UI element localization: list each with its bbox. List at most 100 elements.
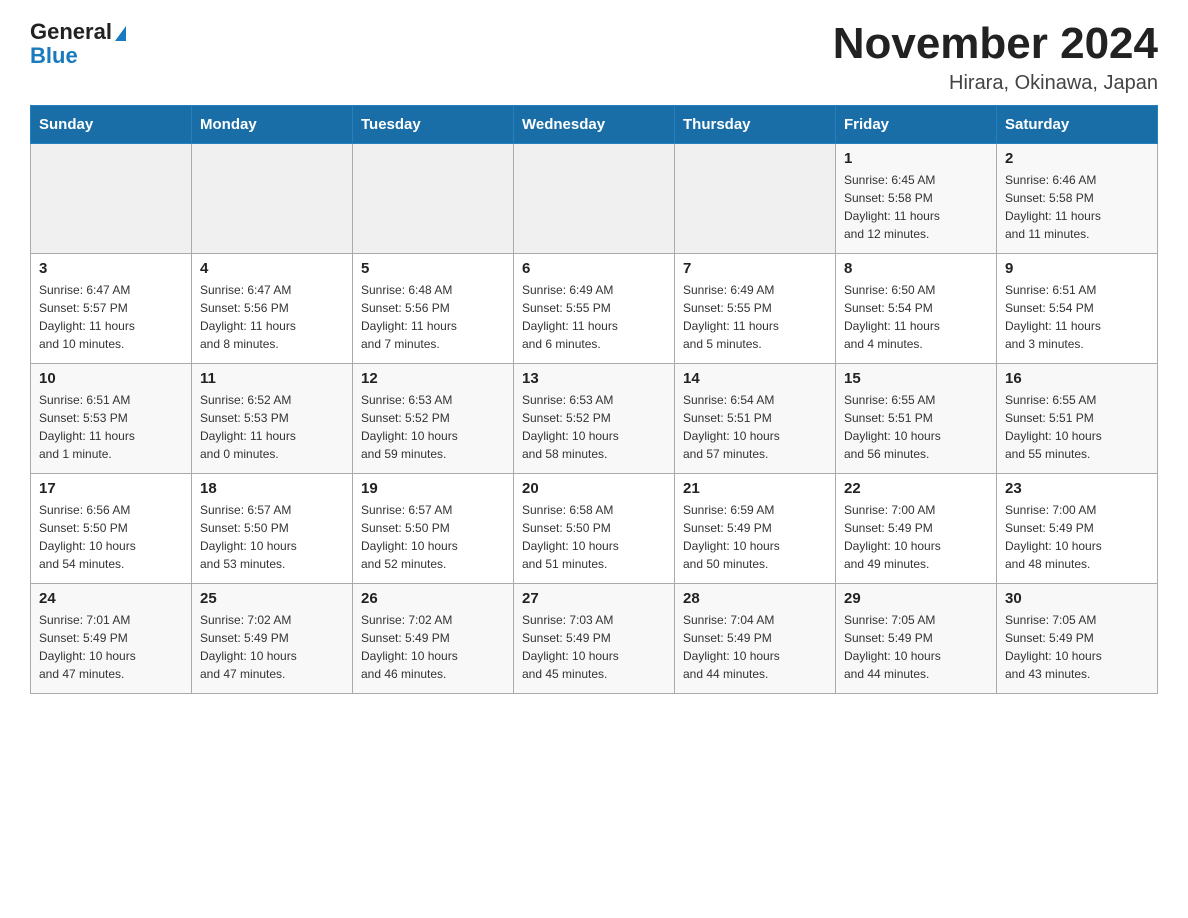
day-number: 1: [844, 150, 988, 167]
calendar-cell: 28 Sunrise: 7:04 AM Sunset: 5:49 PM Dayli…: [675, 584, 836, 694]
day-info: Sunrise: 7:02 AM Sunset: 5:49 PM Dayligh…: [200, 611, 344, 683]
day-number: 17: [39, 480, 183, 497]
day-number: 23: [1005, 480, 1149, 497]
calendar-cell: 30 Sunrise: 7:05 AM Sunset: 5:49 PM Dayli…: [997, 584, 1158, 694]
calendar-cell: 29Sunrise: 7:05 AM Sunset: 5:49 PM Dayli…: [836, 584, 997, 694]
day-info: Sunrise: 6:51 AM Sunset: 5:54 PM Dayligh…: [1005, 281, 1149, 353]
calendar-cell: 2Sunrise: 6:46 AM Sunset: 5:58 PM Daylig…: [997, 144, 1158, 254]
day-info: Sunrise: 6:45 AM Sunset: 5:58 PM Dayligh…: [844, 171, 988, 243]
day-number: 4: [200, 260, 344, 277]
calendar-week-row: 3 Sunrise: 6:47 AM Sunset: 5:57 PM Daylig…: [31, 254, 1158, 364]
day-info: Sunrise: 6:50 AM Sunset: 5:54 PM Dayligh…: [844, 281, 988, 353]
day-number: 19: [361, 480, 505, 497]
day-number: 6: [522, 260, 666, 277]
page-header: General Blue November 2024 Hirara, Okina…: [30, 20, 1158, 95]
calendar-cell: 26Sunrise: 7:02 AM Sunset: 5:49 PM Dayli…: [353, 584, 514, 694]
col-monday: Monday: [192, 106, 353, 144]
day-number: 29: [844, 590, 988, 607]
calendar-cell: 16 Sunrise: 6:55 AM Sunset: 5:51 PM Dayli…: [997, 364, 1158, 474]
day-info: Sunrise: 6:53 AM Sunset: 5:52 PM Dayligh…: [522, 391, 666, 463]
day-number: 27: [522, 590, 666, 607]
calendar-cell: 20Sunrise: 6:58 AM Sunset: 5:50 PM Dayli…: [514, 474, 675, 584]
calendar-week-row: 1 Sunrise: 6:45 AM Sunset: 5:58 PM Daylig…: [31, 144, 1158, 254]
calendar-cell: 19 Sunrise: 6:57 AM Sunset: 5:50 PM Dayli…: [353, 474, 514, 584]
calendar-cell: 6 Sunrise: 6:49 AM Sunset: 5:55 PM Daylig…: [514, 254, 675, 364]
calendar-cell: 15 Sunrise: 6:55 AM Sunset: 5:51 PM Dayli…: [836, 364, 997, 474]
calendar-cell: 23 Sunrise: 7:00 AM Sunset: 5:49 PM Dayli…: [997, 474, 1158, 584]
calendar-cell: [675, 144, 836, 254]
day-number: 13: [522, 370, 666, 387]
calendar-cell: 8 Sunrise: 6:50 AM Sunset: 5:54 PM Daylig…: [836, 254, 997, 364]
day-info: Sunrise: 7:05 AM Sunset: 5:49 PM Dayligh…: [1005, 611, 1149, 683]
day-info: Sunrise: 6:49 AM Sunset: 5:55 PM Dayligh…: [683, 281, 827, 353]
calendar-week-row: 24 Sunrise: 7:01 AM Sunset: 5:49 PM Dayli…: [31, 584, 1158, 694]
calendar-cell: 25 Sunrise: 7:02 AM Sunset: 5:49 PM Dayli…: [192, 584, 353, 694]
day-info: Sunrise: 7:00 AM Sunset: 5:49 PM Dayligh…: [1005, 501, 1149, 573]
calendar-cell: 7Sunrise: 6:49 AM Sunset: 5:55 PM Daylig…: [675, 254, 836, 364]
col-sunday: Sunday: [31, 106, 192, 144]
calendar-cell: 11 Sunrise: 6:52 AM Sunset: 5:53 PM Dayli…: [192, 364, 353, 474]
col-saturday: Saturday: [997, 106, 1158, 144]
day-number: 28: [683, 590, 827, 607]
day-info: Sunrise: 6:52 AM Sunset: 5:53 PM Dayligh…: [200, 391, 344, 463]
day-number: 3: [39, 260, 183, 277]
day-info: Sunrise: 6:57 AM Sunset: 5:50 PM Dayligh…: [200, 501, 344, 573]
calendar-cell: 3 Sunrise: 6:47 AM Sunset: 5:57 PM Daylig…: [31, 254, 192, 364]
day-number: 12: [361, 370, 505, 387]
day-number: 8: [844, 260, 988, 277]
day-info: Sunrise: 6:47 AM Sunset: 5:57 PM Dayligh…: [39, 281, 183, 353]
day-info: Sunrise: 6:48 AM Sunset: 5:56 PM Dayligh…: [361, 281, 505, 353]
day-info: Sunrise: 7:01 AM Sunset: 5:49 PM Dayligh…: [39, 611, 183, 683]
logo-blue-text: Blue: [30, 44, 78, 68]
col-tuesday: Tuesday: [353, 106, 514, 144]
title-block: November 2024 Hirara, Okinawa, Japan: [833, 20, 1158, 95]
day-number: 9: [1005, 260, 1149, 277]
calendar-cell: 5 Sunrise: 6:48 AM Sunset: 5:56 PM Daylig…: [353, 254, 514, 364]
calendar-table: Sunday Monday Tuesday Wednesday Thursday…: [30, 105, 1158, 694]
day-info: Sunrise: 6:56 AM Sunset: 5:50 PM Dayligh…: [39, 501, 183, 573]
day-number: 10: [39, 370, 183, 387]
day-info: Sunrise: 7:03 AM Sunset: 5:49 PM Dayligh…: [522, 611, 666, 683]
day-info: Sunrise: 7:00 AM Sunset: 5:49 PM Dayligh…: [844, 501, 988, 573]
calendar-cell: 17 Sunrise: 6:56 AM Sunset: 5:50 PM Dayli…: [31, 474, 192, 584]
day-info: Sunrise: 6:59 AM Sunset: 5:49 PM Dayligh…: [683, 501, 827, 573]
calendar-cell: 21Sunrise: 6:59 AM Sunset: 5:49 PM Dayli…: [675, 474, 836, 584]
day-number: 11: [200, 370, 344, 387]
logo: General Blue: [30, 20, 126, 68]
day-info: Sunrise: 6:46 AM Sunset: 5:58 PM Dayligh…: [1005, 171, 1149, 243]
day-info: Sunrise: 7:04 AM Sunset: 5:49 PM Dayligh…: [683, 611, 827, 683]
day-info: Sunrise: 6:49 AM Sunset: 5:55 PM Dayligh…: [522, 281, 666, 353]
calendar-cell: [31, 144, 192, 254]
calendar-cell: 9 Sunrise: 6:51 AM Sunset: 5:54 PM Daylig…: [997, 254, 1158, 364]
logo-general-text: General: [30, 20, 126, 44]
calendar-cell: [192, 144, 353, 254]
day-info: Sunrise: 6:54 AM Sunset: 5:51 PM Dayligh…: [683, 391, 827, 463]
day-number: 24: [39, 590, 183, 607]
day-number: 5: [361, 260, 505, 277]
day-info: Sunrise: 6:51 AM Sunset: 5:53 PM Dayligh…: [39, 391, 183, 463]
calendar-cell: [514, 144, 675, 254]
day-info: Sunrise: 6:55 AM Sunset: 5:51 PM Dayligh…: [1005, 391, 1149, 463]
day-number: 15: [844, 370, 988, 387]
day-number: 16: [1005, 370, 1149, 387]
calendar-cell: [353, 144, 514, 254]
day-number: 30: [1005, 590, 1149, 607]
col-friday: Friday: [836, 106, 997, 144]
month-title: November 2024: [833, 20, 1158, 68]
day-number: 22: [844, 480, 988, 497]
day-info: Sunrise: 6:47 AM Sunset: 5:56 PM Dayligh…: [200, 281, 344, 353]
calendar-cell: 10 Sunrise: 6:51 AM Sunset: 5:53 PM Dayli…: [31, 364, 192, 474]
location-label: Hirara, Okinawa, Japan: [833, 72, 1158, 95]
day-number: 25: [200, 590, 344, 607]
day-number: 20: [522, 480, 666, 497]
calendar-cell: 24 Sunrise: 7:01 AM Sunset: 5:49 PM Dayli…: [31, 584, 192, 694]
col-wednesday: Wednesday: [514, 106, 675, 144]
calendar-cell: 12Sunrise: 6:53 AM Sunset: 5:52 PM Dayli…: [353, 364, 514, 474]
day-info: Sunrise: 6:57 AM Sunset: 5:50 PM Dayligh…: [361, 501, 505, 573]
calendar-week-row: 10 Sunrise: 6:51 AM Sunset: 5:53 PM Dayli…: [31, 364, 1158, 474]
calendar-cell: 27 Sunrise: 7:03 AM Sunset: 5:49 PM Dayli…: [514, 584, 675, 694]
calendar-cell: 13 Sunrise: 6:53 AM Sunset: 5:52 PM Dayli…: [514, 364, 675, 474]
calendar-cell: 18Sunrise: 6:57 AM Sunset: 5:50 PM Dayli…: [192, 474, 353, 584]
day-number: 14: [683, 370, 827, 387]
day-info: Sunrise: 6:55 AM Sunset: 5:51 PM Dayligh…: [844, 391, 988, 463]
